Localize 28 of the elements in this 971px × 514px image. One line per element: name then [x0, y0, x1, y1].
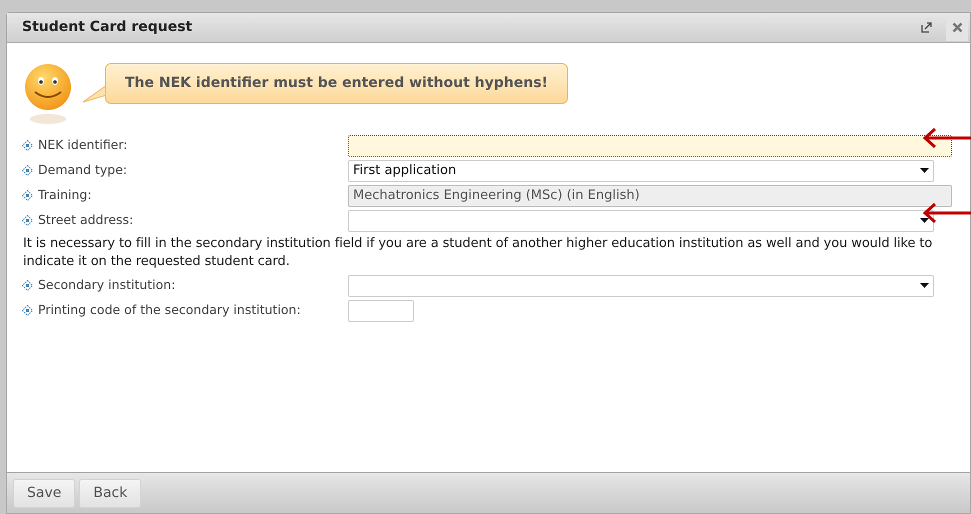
dropdown-field[interactable]: First application	[348, 160, 934, 182]
bullet-icon	[22, 280, 33, 291]
readonly-field[interactable]: Mechatronics Engineering (MSc) (in English)	[348, 184, 952, 206]
dropdown-caret-icon	[920, 283, 929, 288]
close-icon	[952, 22, 962, 33]
bullet-icon	[22, 190, 33, 201]
dropdown-field[interactable]	[348, 274, 934, 296]
dropdown-caret-icon	[920, 168, 929, 173]
dropdown-caret-icon	[920, 218, 929, 223]
field-label: Street address:	[38, 211, 134, 230]
smiley-icon	[23, 63, 73, 125]
field-label: Demand type:	[38, 161, 128, 180]
info-text: It is necessary to fill in the secondary institution field if you are a student of another higher education institution as well and you would like to indicate it on the requested student card.	[22, 235, 934, 271]
window-title: Student Card request	[22, 18, 194, 37]
bullet-icon	[22, 140, 33, 151]
input-field[interactable]	[348, 134, 952, 156]
bullet-icon	[22, 165, 33, 176]
field-label: NEK identifier:	[38, 136, 128, 154]
message-bubble: The NEK identifier must be entered without hyphens!	[105, 63, 568, 104]
bullet-icon	[22, 305, 33, 316]
bullet-icon	[22, 215, 33, 226]
footer-button[interactable]: Save	[13, 478, 76, 508]
field-label: Printing code of the secondary institution:	[38, 301, 301, 320]
footer-button[interactable]: Back	[79, 478, 142, 508]
dropdown-field[interactable]	[348, 210, 934, 232]
field-label: Secondary institution:	[38, 276, 176, 294]
field-label: Training:	[38, 186, 92, 204]
popout-icon[interactable]	[921, 22, 932, 33]
